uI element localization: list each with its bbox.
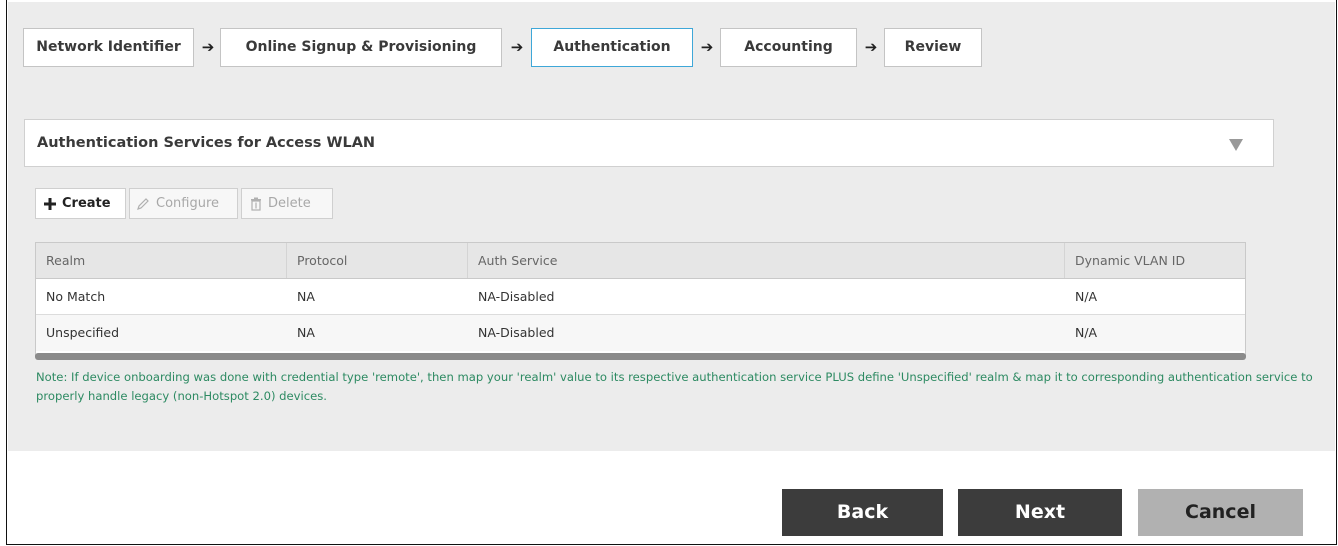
table-row[interactable]: No Match NA NA-Disabled N/A (36, 279, 1245, 315)
legacy-devices-note: Note: If device onboarding was done with… (36, 370, 1313, 403)
column-header-realm[interactable]: Realm (36, 243, 287, 278)
delete-label: Delete (268, 196, 311, 211)
cell-protocol: NA (297, 289, 315, 304)
plus-icon (44, 197, 56, 210)
configure-label: Configure (156, 196, 220, 211)
next-button[interactable]: Next (958, 489, 1122, 536)
cell-realm: Unspecified (46, 325, 120, 340)
table-horizontal-scrollbar[interactable] (35, 353, 1246, 360)
cancel-button[interactable]: Cancel (1138, 489, 1303, 536)
table-row[interactable]: Unspecified NA NA-Disabled N/A (36, 315, 1245, 351)
pencil-icon (137, 197, 149, 210)
cell-dynamic-vlan-id: N/A (1075, 289, 1098, 304)
step-network-identifier[interactable]: Network Identifier (23, 28, 194, 67)
delete-button[interactable]: Delete (241, 188, 333, 219)
cell-protocol: NA (297, 325, 315, 340)
create-button[interactable]: Create (35, 188, 126, 219)
collapse-triangle-icon[interactable] (1229, 139, 1243, 151)
wizard-frame: Network Identifier ➔ Online Signup & Pro… (6, 0, 1337, 545)
realm-table: Realm Protocol Auth Service Dynamic VLAN… (35, 242, 1246, 356)
column-header-dynamic-vlan-id[interactable]: Dynamic VLAN ID (1065, 243, 1245, 278)
create-label: Create (62, 196, 111, 211)
trash-icon (251, 197, 261, 211)
wizard-panel: Network Identifier ➔ Online Signup & Pro… (8, 2, 1335, 451)
step-accounting[interactable]: Accounting (720, 28, 857, 67)
cell-dynamic-vlan-id: N/A (1075, 325, 1098, 340)
column-header-auth-service[interactable]: Auth Service (468, 243, 1065, 278)
step-arrow-icon: ➔ (700, 38, 714, 56)
step-arrow-icon: ➔ (510, 38, 524, 56)
step-arrow-icon: ➔ (201, 38, 215, 56)
step-review[interactable]: Review (884, 28, 982, 67)
table-header-row: Realm Protocol Auth Service Dynamic VLAN… (36, 243, 1245, 279)
section-title: Authentication Services for Access WLAN (37, 135, 376, 151)
auth-services-section-header[interactable]: Authentication Services for Access WLAN (24, 119, 1274, 167)
cell-auth-service: NA-Disabled (478, 289, 555, 304)
step-arrow-icon: ➔ (864, 38, 878, 56)
back-button[interactable]: Back (782, 489, 943, 536)
step-online-signup[interactable]: Online Signup & Provisioning (220, 28, 502, 67)
cell-realm: No Match (46, 289, 106, 304)
column-header-protocol[interactable]: Protocol (287, 243, 468, 278)
step-authentication[interactable]: Authentication (531, 28, 693, 67)
cell-auth-service: NA-Disabled (478, 325, 555, 340)
configure-button[interactable]: Configure (129, 188, 238, 219)
